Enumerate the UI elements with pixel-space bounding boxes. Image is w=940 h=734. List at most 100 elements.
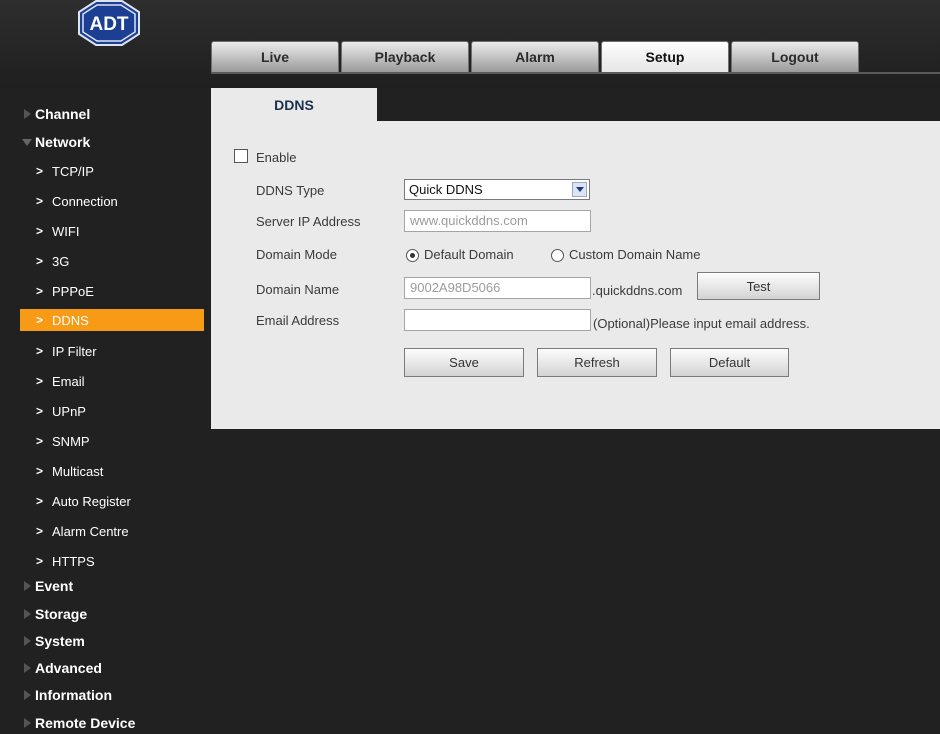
domain-name-field[interactable]: 9002A98D5066	[404, 277, 591, 299]
chevron-right-icon: >	[36, 374, 44, 388]
collapsed-triangle-icon	[24, 636, 31, 646]
sidebar-item-alarm-centre[interactable]: > Alarm Centre	[0, 520, 204, 542]
chevron-right-icon: >	[36, 404, 44, 418]
collapsed-triangle-icon	[24, 690, 31, 700]
collapsed-triangle-icon	[24, 109, 31, 119]
tab-alarm[interactable]: Alarm	[471, 41, 599, 72]
sidebar-item-snmp[interactable]: > SNMP	[0, 430, 204, 452]
collapsed-triangle-icon	[24, 663, 31, 673]
ddns-type-value: Quick DDNS	[409, 182, 483, 197]
chevron-right-icon: >	[36, 464, 44, 478]
sidebar-item-label: Network	[35, 134, 91, 150]
sidebar-item-label: Connection	[52, 193, 118, 209]
adt-logo: ADT	[78, 0, 140, 46]
test-button[interactable]: Test	[697, 272, 820, 300]
chevron-right-icon: >	[36, 554, 44, 568]
tab-setup[interactable]: Setup	[601, 41, 729, 72]
server-ip-label: Server IP Address	[256, 214, 361, 229]
chevron-right-icon: >	[36, 194, 44, 208]
save-button[interactable]: Save	[404, 348, 524, 377]
sidebar-item-label: WIFI	[52, 223, 80, 239]
sidebar-item-label: Event	[35, 578, 74, 594]
sidebar-item-3g[interactable]: >3G	[0, 250, 204, 272]
sidebar-item-auto-register[interactable]: > Auto Register	[0, 490, 204, 512]
tab-playback[interactable]: Playback	[341, 41, 469, 72]
custom-domain-radio[interactable]	[551, 249, 564, 262]
enable-checkbox[interactable]	[234, 149, 248, 163]
domain-suffix: .quickddns.com	[592, 283, 683, 298]
domain-mode-label: Domain Mode	[256, 247, 337, 262]
sidebar-item-label: SNMP	[52, 433, 90, 449]
refresh-button[interactable]: Refresh	[537, 348, 657, 377]
tabstrip-divider	[211, 72, 940, 74]
sidebar-item-label: 3G	[52, 253, 70, 269]
email-address-label: Email Address	[256, 313, 340, 328]
enable-label: Enable	[256, 150, 297, 165]
sidebar-item-label: IP Filter	[52, 343, 97, 359]
chevron-right-icon: >	[36, 313, 44, 327]
sidebar-item-information[interactable]: Information	[0, 684, 204, 706]
server-ip-field[interactable]: www.quickddns.com	[404, 210, 591, 232]
sidebar-item-label: Email	[52, 373, 85, 389]
chevron-right-icon: >	[36, 284, 44, 298]
sidebar-item-remote-device[interactable]: Remote Device	[0, 712, 204, 734]
collapsed-triangle-icon	[24, 581, 31, 591]
custom-domain-label: Custom Domain Name	[569, 247, 701, 262]
sidebar-item-label: Advanced	[35, 660, 102, 676]
sidebar-item-label: HTTPS	[52, 553, 95, 569]
sidebar-item-label: TCP/IP	[52, 163, 94, 179]
sidebar-item-label: DDNS	[52, 312, 89, 328]
expanded-triangle-icon	[22, 138, 32, 146]
sidebar-item-event[interactable]: Event	[0, 575, 204, 597]
collapsed-triangle-icon	[24, 718, 31, 728]
sidebar-item-label: Storage	[35, 606, 88, 622]
tab-logout[interactable]: Logout	[731, 41, 859, 72]
sidebar-item-email[interactable]: > Email	[0, 370, 204, 392]
chevron-right-icon: >	[36, 344, 44, 358]
sidebar-item-label: UPnP	[52, 403, 86, 419]
sidebar-item-channel[interactable]: Channel	[0, 103, 204, 125]
sidebar-item-system[interactable]: System	[0, 630, 204, 652]
ddns-panel-tab[interactable]: DDNS	[211, 88, 377, 121]
chevron-right-icon: >	[36, 254, 44, 268]
sidebar-item-ip-filter[interactable]: > IP Filter	[0, 340, 204, 362]
chevron-right-icon: >	[36, 524, 44, 538]
sidebar-item-label: Information	[35, 687, 112, 703]
main-nav-tabs: Live Playback Alarm Setup Logout	[211, 41, 861, 72]
sidebar-item-pppoe[interactable]: > PPPoE	[0, 280, 204, 302]
ddns-settings-panel	[211, 121, 940, 429]
default-button[interactable]: Default	[670, 348, 789, 377]
sidebar-item-label: System	[35, 633, 85, 649]
sidebar-item-label: PPPoE	[52, 283, 94, 299]
domain-name-label: Domain Name	[256, 282, 340, 297]
default-domain-label: Default Domain	[424, 247, 514, 262]
chevron-right-icon: >	[36, 494, 44, 508]
sidebar-item-advanced[interactable]: Advanced	[0, 657, 204, 679]
sidebar-item-label: Channel	[35, 106, 91, 122]
ddns-type-label: DDNS Type	[256, 183, 325, 198]
default-domain-radio[interactable]	[406, 249, 419, 262]
sidebar-item-label: Remote Device	[35, 715, 136, 731]
email-address-field[interactable]	[404, 309, 591, 331]
email-hint: (Optional)Please input email address.	[593, 316, 810, 331]
sidebar-item-label: Auto Register	[52, 493, 131, 509]
sidebar-item-https[interactable]: > HTTPS	[0, 550, 204, 572]
sidebar-item-label: Alarm Centre	[52, 523, 129, 539]
sidebar-item-wifi[interactable]: > WIFI	[0, 220, 204, 242]
sidebar-item-connection[interactable]: > Connection	[0, 190, 204, 212]
sidebar-item-upnp[interactable]: > UPnP	[0, 400, 204, 422]
chevron-right-icon: >	[36, 164, 44, 178]
chevron-right-icon: >	[36, 434, 44, 448]
tab-live[interactable]: Live	[211, 41, 339, 72]
sidebar-item-label: Multicast	[52, 463, 104, 479]
sidebar-item-tcpip[interactable]: > TCP/IP	[0, 160, 204, 182]
sidebar-item-ddns[interactable]: > DDNS	[20, 309, 204, 331]
svg-text:ADT: ADT	[89, 14, 128, 35]
chevron-right-icon: >	[36, 224, 44, 238]
sidebar-item-network[interactable]: Network	[0, 131, 204, 153]
ddns-type-select[interactable]: Quick DDNS	[404, 179, 590, 200]
sidebar-item-storage[interactable]: Storage	[0, 603, 204, 625]
collapsed-triangle-icon	[24, 609, 31, 619]
sidebar-item-multicast[interactable]: > Multicast	[0, 460, 204, 482]
chevron-down-icon	[572, 182, 587, 197]
